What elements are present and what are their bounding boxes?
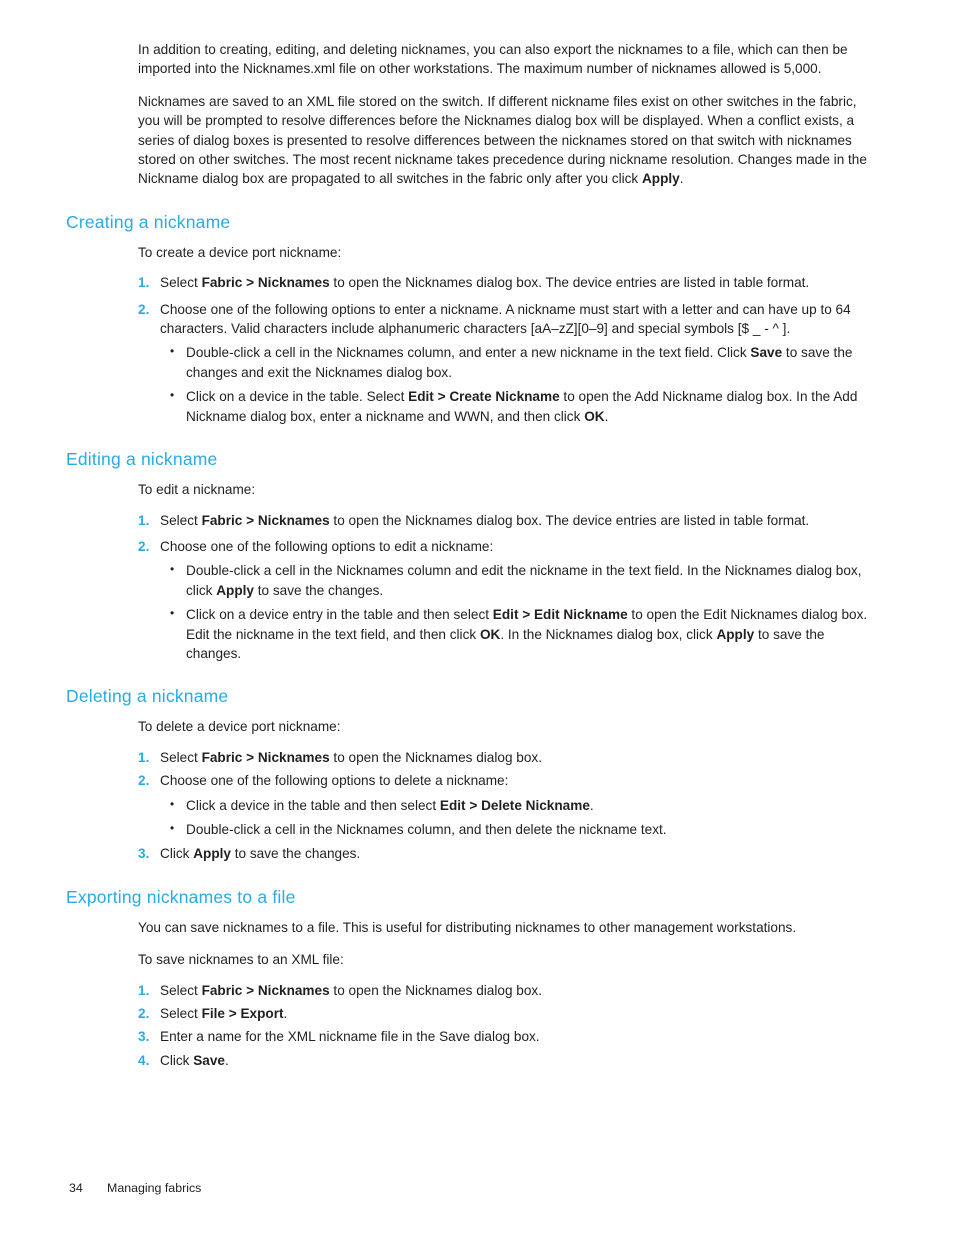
- creating-option-double-click: Double-click a cell in the Nicknames col…: [168, 342, 872, 382]
- intro-paragraph-2-tail: .: [679, 171, 684, 187]
- intro-block: In addition to creating, editing, and de…: [138, 40, 872, 189]
- editing-steps-list: Select Fabric > Nicknames to open the Ni…: [138, 511, 872, 664]
- exporting-step-4-save-emphasis: Save: [193, 1052, 225, 1068]
- deleting-step-1-text-b: to open the Nicknames dialog box.: [329, 749, 542, 765]
- exporting-step-2-text-b: .: [283, 1006, 288, 1021]
- document-page: In addition to creating, editing, and de…: [0, 0, 954, 1235]
- exporting-step-3-text: Enter a name for the XML nickname file i…: [160, 1029, 540, 1045]
- deleting-step-3: Click Apply to save the changes.: [138, 844, 872, 864]
- creating-option-2-ok-emphasis: OK: [584, 408, 605, 424]
- exporting-step-1-text-a: Select: [160, 982, 202, 998]
- exporting-step-1-menu-path: Fabric > Nicknames: [201, 982, 330, 998]
- deleting-step-2-options: Click a device in the table and then sel…: [168, 795, 872, 840]
- exporting-step-4-text-a: Click: [160, 1052, 194, 1068]
- exporting-step-4-text-b: .: [224, 1052, 229, 1068]
- deleting-option-2-text: Double-click a cell in the Nicknames col…: [186, 821, 667, 837]
- intro-apply-emphasis: Apply: [641, 171, 680, 187]
- deleting-step-2-text: Choose one of the following options to d…: [160, 773, 509, 789]
- exporting-intro-paragraph: You can save nicknames to a file. This i…: [138, 919, 797, 935]
- deleting-step-1-menu-path: Fabric > Nicknames: [201, 749, 330, 765]
- deleting-option-1-text-a: Click a device in the table and then sel…: [186, 797, 440, 813]
- creating-option-1-save-emphasis: Save: [750, 345, 783, 361]
- footer-chapter-title: Managing fabrics: [107, 1181, 202, 1195]
- section-heading-exporting-nicknames-to-a-file: Exporting nicknames to a file: [66, 886, 296, 907]
- intro-paragraph-2: Nicknames are saved to an XML file store…: [138, 92, 872, 189]
- editing-option-double-click: Double-click a cell in the Nicknames col…: [168, 560, 872, 600]
- editing-step-2-options: Double-click a cell in the Nicknames col…: [168, 560, 872, 663]
- editing-option-2-text-c: . In the Nicknames dialog box, click: [500, 626, 717, 642]
- creating-option-1-text-a: Double-click a cell in the Nicknames col…: [186, 345, 751, 361]
- exporting-step-1-text-b: to open the Nicknames dialog box.: [329, 982, 542, 998]
- editing-step-2: Choose one of the following options to e…: [138, 537, 872, 663]
- deleting-option-double-click: Double-click a cell in the Nicknames col…: [168, 819, 872, 839]
- deleting-block: To delete a device port nickname: Select…: [138, 717, 872, 864]
- editing-step-1-text-a: Select: [160, 512, 202, 528]
- editing-option-edit-menu: Click on a device entry in the table and…: [168, 604, 872, 663]
- editing-option-1-text-b: to save the changes.: [253, 582, 384, 598]
- editing-step-1: Select Fabric > Nicknames to open the Ni…: [138, 511, 872, 531]
- editing-option-1-apply-emphasis: Apply: [216, 582, 254, 598]
- editing-option-2-text-a: Click on a device entry in the table and…: [186, 607, 493, 623]
- creating-step-1-text-a: Select: [160, 275, 202, 291]
- deleting-step-1: Select Fabric > Nicknames to open the Ni…: [138, 748, 872, 768]
- section-heading-editing-a-nickname: Editing a nickname: [66, 449, 218, 470]
- deleting-option-1-text-b: .: [589, 797, 594, 813]
- creating-step-1: Select Fabric > Nicknames to open the Ni…: [138, 273, 872, 293]
- creating-step-2-options: Double-click a cell in the Nicknames col…: [168, 342, 872, 426]
- creating-option-edit-menu: Click on a device in the table. Select E…: [168, 386, 872, 426]
- exporting-step-2: Select File > Export.: [138, 1004, 872, 1024]
- editing-option-2-menu-path: Edit > Edit Nickname: [492, 607, 628, 623]
- editing-step-1-menu-path: Fabric > Nicknames: [201, 512, 330, 528]
- deleting-step-3-apply-emphasis: Apply: [193, 846, 231, 862]
- editing-block: To edit a nickname: Select Fabric > Nick…: [138, 480, 872, 663]
- footer-page-number: 34: [69, 1181, 83, 1195]
- creating-step-1-text-b: to open the Nicknames dialog box. The de…: [329, 275, 810, 291]
- exporting-step-3: Enter a name for the XML nickname file i…: [138, 1027, 872, 1047]
- deleting-option-edit-menu: Click a device in the table and then sel…: [168, 795, 872, 815]
- exporting-step-2-text-a: Select: [160, 1006, 202, 1021]
- exporting-steps-list: Select Fabric > Nicknames to open the Ni…: [138, 981, 872, 1071]
- section-heading-deleting-a-nickname: Deleting a nickname: [66, 686, 229, 707]
- exporting-step-1: Select Fabric > Nicknames to open the Ni…: [138, 981, 872, 1001]
- creating-step-2: Choose one of the following options to e…: [138, 300, 872, 426]
- page-content: In addition to creating, editing, and de…: [66, 40, 872, 1080]
- deleting-step-1-text-a: Select: [160, 749, 202, 765]
- exporting-step-4: Click Save.: [138, 1051, 872, 1071]
- exporting-list-intro: To save nicknames to an XML file:: [138, 952, 344, 968]
- creating-step-1-menu-path: Fabric > Nicknames: [201, 275, 330, 291]
- exporting-block: You can save nicknames to a file. This i…: [138, 918, 872, 1071]
- editing-option-2-apply-emphasis: Apply: [716, 626, 755, 642]
- section-heading-creating-a-nickname: Creating a nickname: [66, 211, 231, 232]
- editing-step-2-text: Choose one of the following options to e…: [160, 538, 494, 554]
- editing-option-2-ok-emphasis: OK: [479, 626, 501, 642]
- editing-step-1-text-b: to open the Nicknames dialog box. The de…: [329, 512, 810, 528]
- creating-steps-list: Select Fabric > Nicknames to open the Ni…: [138, 273, 872, 426]
- editing-intro: To edit a nickname:: [138, 482, 256, 498]
- intro-paragraph-2-text: Nicknames are saved to an XML file store…: [138, 93, 867, 187]
- deleting-steps-list: Select Fabric > Nicknames to open the Ni…: [138, 748, 872, 864]
- intro-paragraph-1: In addition to creating, editing, and de…: [138, 42, 848, 77]
- exporting-step-2-menu-path: File > Export: [201, 1006, 284, 1021]
- creating-option-2-text-c: .: [604, 408, 609, 424]
- creating-block: To create a device port nickname: Select…: [138, 243, 872, 426]
- creating-intro: To create a device port nickname:: [138, 244, 342, 260]
- deleting-option-1-menu-path: Edit > Delete Nickname: [439, 797, 590, 813]
- page-footer: 34 Managing fabrics: [69, 1180, 201, 1196]
- deleting-intro: To delete a device port nickname:: [138, 719, 341, 735]
- deleting-step-3-text-a: Click: [160, 846, 194, 862]
- creating-option-2-menu-path: Edit > Create Nickname: [408, 389, 560, 405]
- creating-step-2-text: Choose one of the following options to e…: [160, 301, 851, 337]
- deleting-step-2: Choose one of the following options to d…: [138, 771, 872, 839]
- deleting-step-3-text-b: to save the changes.: [231, 846, 361, 862]
- creating-option-2-text-a: Click on a device in the table. Select: [186, 389, 409, 405]
